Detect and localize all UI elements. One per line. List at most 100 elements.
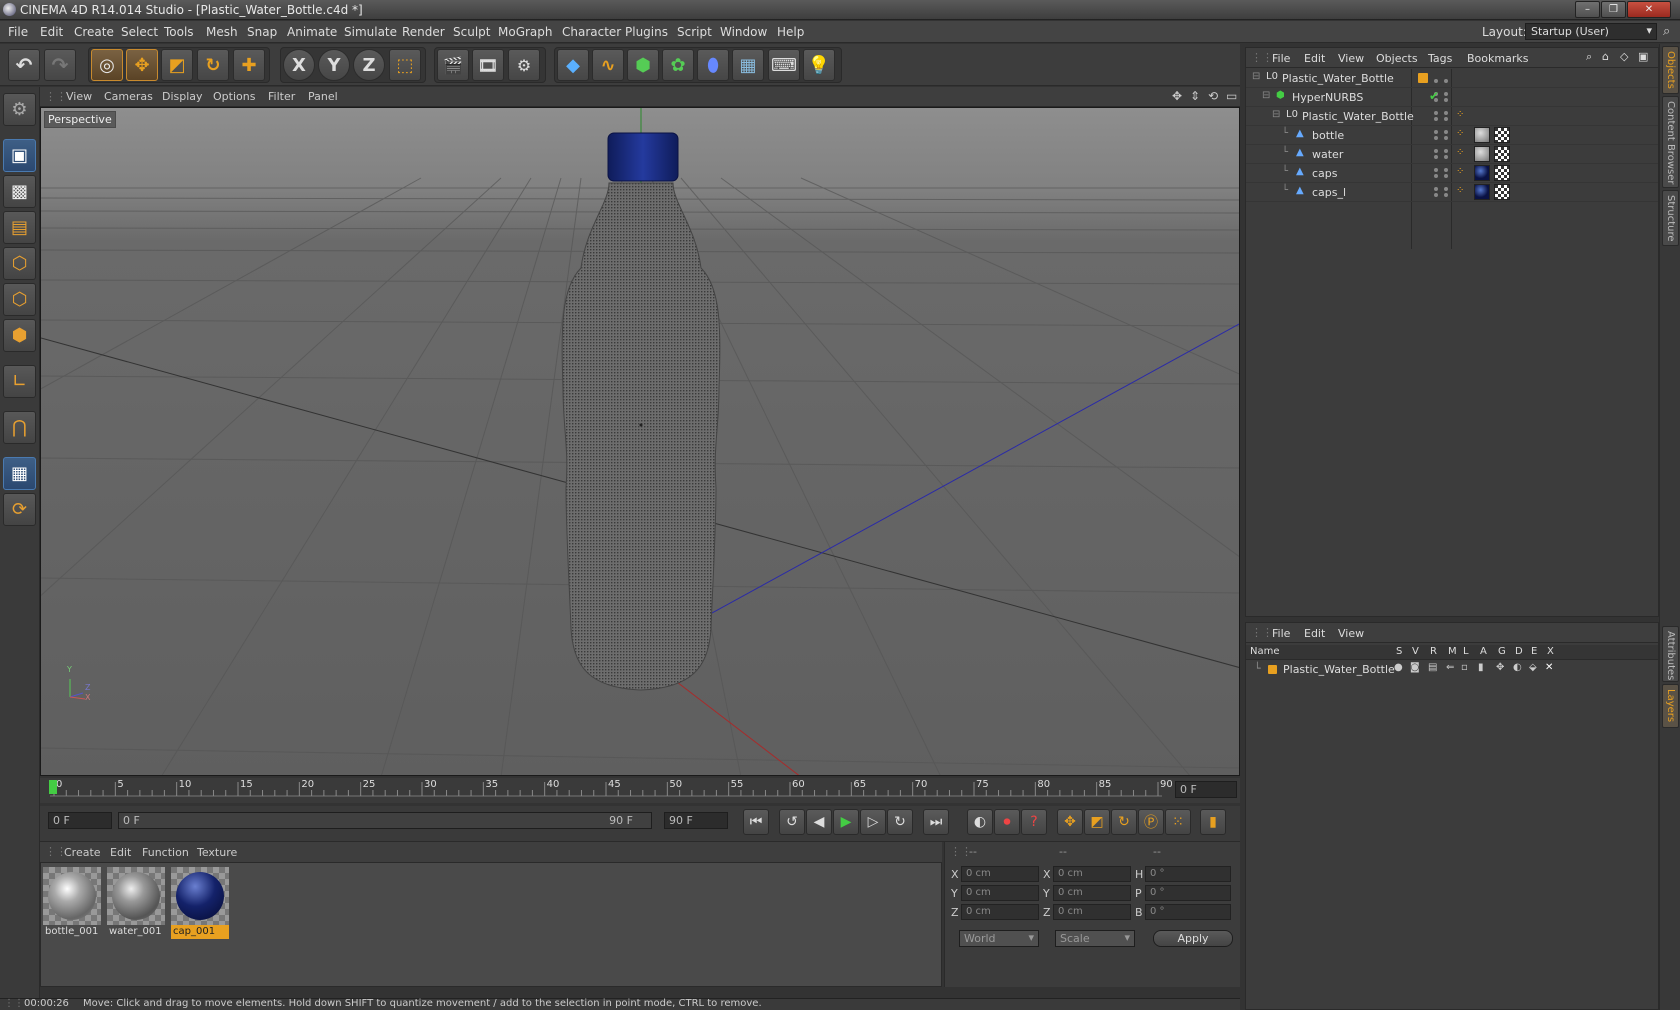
object-tree-row[interactable]: └ ▲ bottle ⁘ — [1246, 126, 1658, 145]
axis-mode-icon[interactable]: ∟ — [3, 365, 36, 398]
play-forward-icon[interactable]: ▶ — [833, 809, 859, 835]
visibility-dot[interactable] — [1444, 149, 1448, 153]
add-object-icon[interactable]: ✚ — [233, 49, 265, 81]
rotate-tool-icon[interactable]: ↻ — [197, 49, 229, 81]
menu-edit[interactable]: Edit — [40, 25, 63, 39]
objects-menu-objects[interactable]: Objects — [1376, 52, 1418, 65]
camera-label[interactable]: Perspective — [44, 111, 116, 128]
menu-animate[interactable]: Animate — [287, 25, 337, 39]
viewport-menu-panel[interactable]: Panel — [308, 90, 338, 103]
viewport-menu-display[interactable]: Display — [162, 90, 203, 103]
objects-menu-bookmarks[interactable]: Bookmarks — [1467, 52, 1528, 65]
timeline-window-icon[interactable]: ▮ — [1200, 809, 1226, 835]
phong-tag-icon[interactable]: ⁘ — [1456, 185, 1464, 196]
home-icon[interactable]: ⌂ — [1602, 50, 1609, 63]
generators-icon[interactable]: ✥ — [1496, 662, 1504, 673]
close-button[interactable]: ✕ — [1627, 1, 1671, 18]
go-to-start-icon[interactable]: ⏮ — [743, 809, 769, 835]
menu-create[interactable]: Create — [74, 25, 114, 39]
new-view-icon[interactable]: ▣ — [1638, 50, 1648, 63]
position-field[interactable]: 0 cm — [961, 866, 1039, 882]
floor-scene-icon[interactable]: ▦ — [732, 49, 764, 81]
nurbs-icon[interactable]: ⬢ — [627, 49, 659, 81]
maximize-button[interactable]: ❐ — [1601, 1, 1626, 18]
phong-tag-icon[interactable]: ⁘ — [1456, 147, 1464, 158]
key-pla-icon[interactable]: ⁙ — [1165, 809, 1191, 835]
collapse-toggle-icon[interactable]: ⊟ — [1272, 109, 1280, 120]
object-tree-row[interactable]: ⊟ L0 Plastic_Water_Bottle — [1246, 69, 1658, 88]
object-tree-row[interactable]: └ ▲ caps ⁘ — [1246, 164, 1658, 183]
coordinate-mode-dropdown[interactable]: World ▾ — [959, 930, 1039, 947]
menu-file[interactable]: File — [8, 25, 28, 39]
viewport-menu-options[interactable]: Options — [213, 90, 255, 103]
visibility-dot[interactable] — [1444, 117, 1448, 121]
visibility-dot[interactable] — [1434, 130, 1438, 134]
sculpt-icon[interactable]: ⟳ — [3, 493, 36, 526]
snap-magnet-icon[interactable]: ⋂ — [3, 411, 36, 444]
polygons-mode-icon[interactable]: ⬢ — [3, 319, 36, 352]
visibility-dot[interactable] — [1434, 149, 1438, 153]
render-view-icon[interactable]: 🎬 — [437, 49, 469, 81]
visibility-dot[interactable] — [1434, 174, 1438, 178]
pan-view-icon[interactable]: ✥ — [1172, 89, 1182, 103]
previous-frame-icon[interactable]: ◀ — [806, 809, 832, 835]
current-frame-field[interactable]: 0 F — [1175, 781, 1237, 798]
material-menu-texture[interactable]: Texture — [197, 846, 237, 859]
enabled-check-icon[interactable]: ✔ — [1429, 89, 1439, 103]
search-icon[interactable]: ⌕ — [1663, 24, 1670, 39]
lock-y-axis-button[interactable]: Y — [318, 49, 350, 81]
visibility-dot[interactable] — [1444, 130, 1448, 134]
redo-icon[interactable]: ↷ — [44, 49, 76, 81]
objects-menu-view[interactable]: View — [1338, 52, 1364, 65]
locked-icon[interactable]: ▫ — [1461, 662, 1468, 673]
material-menu-edit[interactable]: Edit — [110, 846, 131, 859]
previous-key-icon[interactable]: ↺ — [779, 809, 805, 835]
object-tree-row[interactable]: └ ▲ water ⁘ — [1246, 145, 1658, 164]
material-menu-function[interactable]: Function — [142, 846, 189, 859]
manager-icon[interactable]: ⇐ — [1446, 662, 1454, 673]
render-settings-icon[interactable]: ⚙ — [508, 49, 540, 81]
menu-tools[interactable]: Tools — [164, 25, 194, 39]
material-tag-icon[interactable] — [1474, 127, 1490, 143]
visibility-dot[interactable] — [1434, 193, 1438, 197]
tab-objects[interactable]: Objects — [1662, 46, 1679, 94]
uvw-tag-icon[interactable] — [1494, 165, 1510, 181]
material-tag-icon[interactable] — [1474, 184, 1490, 200]
visibility-dot[interactable] — [1444, 136, 1448, 140]
object-tree-row[interactable]: ⊟ L0 Plastic_Water_Bottle ⁘ — [1246, 107, 1658, 126]
filter-icon[interactable]: ◇ — [1620, 50, 1628, 63]
expressions-icon[interactable]: ⬙ — [1529, 662, 1537, 673]
objects-menu-file[interactable]: File — [1272, 52, 1290, 65]
drag-handle-icon[interactable]: ⋮⋮ — [1251, 51, 1273, 64]
objects-menu-edit[interactable]: Edit — [1304, 52, 1325, 65]
viewport-menu-filter[interactable]: Filter — [268, 90, 295, 103]
keyframe-selection-icon[interactable]: ? — [1021, 809, 1047, 835]
visibility-dot[interactable] — [1434, 155, 1438, 159]
visibility-dot[interactable] — [1444, 92, 1448, 96]
material-swatch-cap[interactable]: cap_001 — [171, 867, 229, 939]
record-keys-icon[interactable]: ◐ — [967, 809, 993, 835]
layout-dropdown[interactable]: Startup (User) — [1525, 23, 1657, 40]
key-parameter-icon[interactable]: Ⓟ — [1138, 809, 1164, 835]
timeline-ruler[interactable]: 0 5 10 15 20 25 30 35 40 45 50 55 60 65 70 75 80 85 90 0 F — [40, 778, 1240, 803]
viewport-menu-view[interactable]: View — [66, 90, 92, 103]
layer-color-swatch[interactable] — [1268, 665, 1277, 674]
visible-icon[interactable]: ◙ — [1410, 662, 1420, 673]
visibility-dot[interactable] — [1444, 193, 1448, 197]
uvw-tag-icon[interactable] — [1494, 184, 1510, 200]
minimize-button[interactable]: – — [1575, 1, 1600, 18]
position-field[interactable]: 0 cm — [961, 904, 1039, 920]
go-to-end-icon[interactable]: ⏭ — [923, 809, 949, 835]
material-tag-icon[interactable] — [1474, 165, 1490, 181]
layers-menu-edit[interactable]: Edit — [1304, 627, 1325, 640]
layer-column-header[interactable]: D — [1515, 646, 1523, 657]
key-scale-icon[interactable]: ◩ — [1084, 809, 1110, 835]
layer-column-header[interactable]: E — [1531, 646, 1537, 657]
drag-handle-icon[interactable]: ⋮⋮ — [45, 90, 67, 103]
layer-row[interactable]: └ Plastic_Water_Bottle ● ◙ ▤ ⇐ ▫ ▮ ✥ ◐ ⬙ ✕ — [1246, 661, 1658, 678]
layers-menu-view[interactable]: View — [1338, 627, 1364, 640]
menu-sculpt[interactable]: Sculpt — [453, 25, 490, 39]
toggle-view-icon[interactable]: ▭ — [1226, 89, 1237, 103]
make-editable-icon[interactable]: ⚙ — [3, 93, 36, 126]
menu-character[interactable]: Character — [562, 25, 621, 39]
